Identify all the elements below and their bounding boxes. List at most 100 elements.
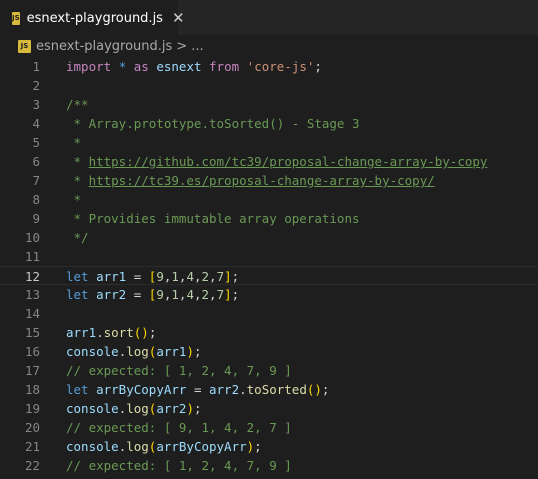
- code-text[interactable]: let arr1 = [9,1,4,2,7];: [66, 267, 239, 286]
- code-line[interactable]: 14: [0, 304, 538, 323]
- code-line[interactable]: 10 */: [0, 228, 538, 247]
- code-token: ;: [148, 325, 157, 340]
- code-line[interactable]: 21 console.log(arrByCopyArr);: [0, 437, 538, 456]
- code-token: ;: [193, 344, 202, 359]
- code-token: arr2: [209, 382, 240, 397]
- code-token: ;: [314, 59, 322, 74]
- line-number: 14: [24, 306, 40, 321]
- breadcrumb-more[interactable]: ...: [191, 39, 203, 54]
- code-line[interactable]: 22 // expected: [ 1, 2, 4, 7, 9 ]: [0, 456, 538, 475]
- line-number: 8: [32, 192, 40, 207]
- javascript-file-icon: JS: [18, 39, 31, 53]
- code-text[interactable]: *: [66, 133, 82, 152]
- code-line[interactable]: 17 // expected: [ 1, 2, 4, 7, 9 ]: [0, 361, 538, 380]
- code-token: (): [133, 325, 149, 340]
- code-token: ,: [193, 287, 202, 302]
- code-line[interactable]: 9 * Providies immutable array operations: [0, 209, 538, 228]
- code-line[interactable]: 13 let arr2 = [9,1,4,2,7];: [0, 285, 538, 304]
- code-link[interactable]: https://tc39.es/proposal-change-array-by…: [89, 173, 435, 188]
- code-token: .: [239, 382, 247, 397]
- code-token: arr1: [156, 344, 187, 359]
- code-line[interactable]: 5 *: [0, 133, 538, 152]
- code-token: 1: [171, 269, 179, 284]
- code-line[interactable]: 18 let arrByCopyArr = arr2.toSorted();: [0, 380, 538, 399]
- breadcrumb-file[interactable]: esnext-playground.js: [36, 39, 172, 54]
- line-number: 22: [24, 458, 40, 473]
- editor-tab[interactable]: JS esnext-playground.js ✕: [0, 0, 185, 35]
- code-text[interactable]: console.log(arrByCopyArr);: [66, 437, 262, 456]
- code-token: ]: [224, 287, 232, 302]
- code-text[interactable]: * Array.prototype.toSorted() - Stage 3: [66, 114, 360, 133]
- code-line[interactable]: 15 arr1.sort();: [0, 323, 538, 342]
- code-text[interactable]: console.log(arr2);: [66, 399, 202, 418]
- code-token: arr1: [66, 325, 97, 340]
- code-line[interactable]: 12 let arr1 = [9,1,4,2,7];: [0, 266, 538, 285]
- code-line[interactable]: 11: [0, 247, 538, 266]
- javascript-file-icon: JS: [12, 11, 20, 25]
- code-token: arr2: [156, 401, 187, 416]
- code-token: // expected: [ 9, 1, 4, 2, 7 ]: [66, 420, 292, 435]
- code-token: .: [96, 325, 104, 340]
- code-token: 7: [216, 269, 225, 284]
- code-link[interactable]: https://github.com/tc39/proposal-change-…: [89, 154, 488, 169]
- code-text[interactable]: // expected: [ 9, 1, 4, 2, 7 ]: [66, 418, 292, 437]
- code-editor[interactable]: 1 import * as esnext from 'core-js'; 2 3 /**…: [0, 57, 538, 479]
- code-token: ;: [193, 401, 202, 416]
- line-number: 3: [32, 97, 40, 112]
- code-line[interactable]: 2: [0, 76, 538, 95]
- code-token: ,: [209, 287, 217, 302]
- code-line[interactable]: 1 import * as esnext from 'core-js';: [0, 57, 538, 76]
- code-token: *: [66, 192, 82, 207]
- code-text[interactable]: */: [66, 228, 89, 247]
- code-token: ): [186, 344, 194, 359]
- code-token: sort: [103, 325, 134, 340]
- code-text[interactable]: * https://github.com/tc39/proposal-chang…: [66, 152, 488, 171]
- tab-bar: JS esnext-playground.js ✕: [0, 0, 538, 35]
- code-text[interactable]: /**: [66, 95, 89, 114]
- code-text[interactable]: * https://tc39.es/proposal-change-array-…: [66, 171, 435, 190]
- line-number: 16: [24, 344, 40, 359]
- code-text[interactable]: import * as esnext from 'core-js';: [66, 57, 322, 76]
- code-token: log: [126, 401, 149, 416]
- code-token: arrByCopyArr: [96, 382, 187, 397]
- close-icon[interactable]: ✕: [172, 10, 185, 26]
- tab-title: esnext-playground.js: [26, 10, 163, 26]
- code-line[interactable]: 7 * https://tc39.es/proposal-change-arra…: [0, 171, 538, 190]
- code-line[interactable]: 16 console.log(arr1);: [0, 342, 538, 361]
- line-number: 10: [24, 230, 40, 245]
- line-number: 12: [24, 269, 40, 284]
- code-token: 2: [201, 287, 210, 302]
- code-token: console: [66, 439, 119, 454]
- code-line[interactable]: 8 *: [0, 190, 538, 209]
- code-text[interactable]: // expected: [ 1, 2, 4, 7, 9 ]: [66, 361, 292, 380]
- code-line[interactable]: 3 /**: [0, 95, 538, 114]
- code-text[interactable]: *: [66, 190, 82, 209]
- code-text[interactable]: // expected: [ 1, 2, 4, 7, 9 ]: [66, 456, 292, 475]
- code-token: ;: [321, 382, 330, 397]
- code-text[interactable]: arr1.sort();: [66, 323, 156, 342]
- code-token: log: [126, 439, 149, 454]
- code-token: ]: [224, 269, 232, 284]
- line-number: 13: [24, 287, 40, 302]
- code-token: 4: [186, 269, 194, 284]
- line-number: 5: [32, 135, 40, 150]
- code-token: console: [66, 401, 119, 416]
- code-token: esnext: [156, 59, 202, 74]
- code-text[interactable]: let arrByCopyArr = arr2.toSorted();: [66, 380, 329, 399]
- line-number: 21: [24, 439, 40, 454]
- code-token: 9: [156, 287, 164, 302]
- line-number: 15: [24, 325, 40, 340]
- code-text[interactable]: console.log(arr1);: [66, 342, 202, 361]
- chevron-right-icon: >: [176, 38, 188, 54]
- code-line[interactable]: 4 * Array.prototype.toSorted() - Stage 3: [0, 114, 538, 133]
- code-line[interactable]: 20 // expected: [ 9, 1, 4, 2, 7 ]: [0, 418, 538, 437]
- code-text[interactable]: * Providies immutable array operations: [66, 209, 360, 228]
- code-text[interactable]: let arr2 = [9,1,4,2,7];: [66, 285, 239, 304]
- code-token: =: [126, 287, 149, 302]
- code-line[interactable]: 6 * https://github.com/tc39/proposal-cha…: [0, 152, 538, 171]
- code-token: *: [66, 135, 82, 150]
- code-line[interactable]: 19 console.log(arr2);: [0, 399, 538, 418]
